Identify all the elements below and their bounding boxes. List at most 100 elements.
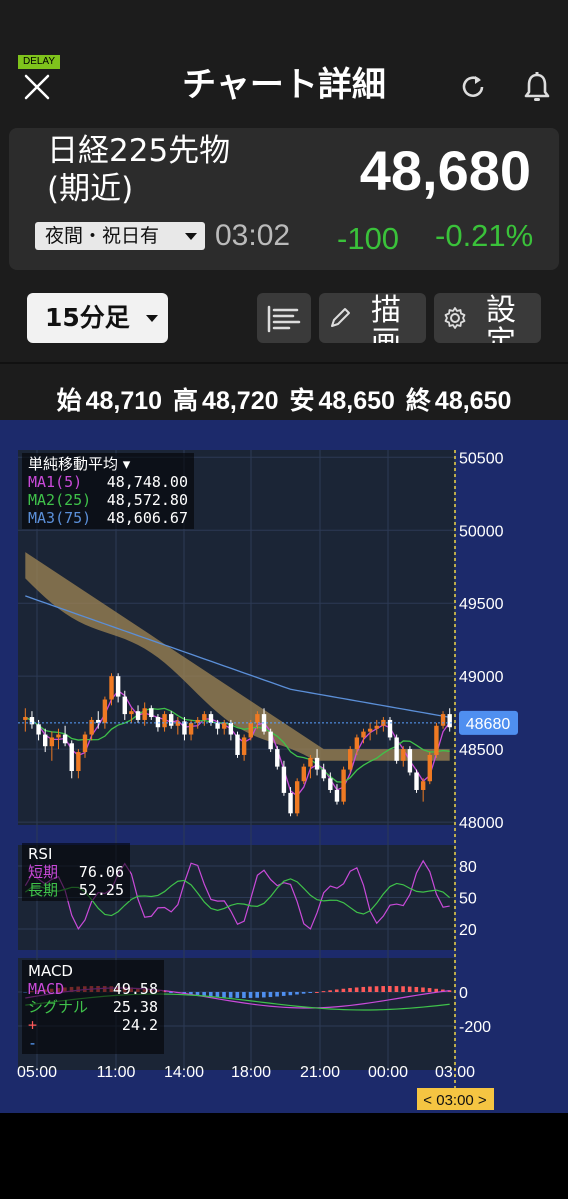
macd-label: MACD <box>28 980 65 998</box>
candle-body <box>109 676 114 700</box>
candle-body <box>361 731 366 738</box>
candle-body <box>102 699 108 723</box>
candle-body <box>49 737 55 747</box>
time-cursor-label: < 03:00 > <box>423 1092 487 1109</box>
high-value: 48,720 <box>202 387 279 415</box>
macd-value: 49.58 <box>112 980 158 998</box>
macd-histogram-bar <box>308 992 313 993</box>
candle-body <box>228 722 234 735</box>
macd-histogram-bar <box>315 991 319 993</box>
gear-icon <box>444 307 466 329</box>
candle-body <box>23 717 28 720</box>
ohlc-summary: 始 48,710 高 48,720 安 48,650 終 48,650 <box>0 383 568 419</box>
macd-histogram-bar <box>235 992 240 998</box>
candle-body <box>56 734 61 738</box>
macd-histogram-bar <box>222 992 226 998</box>
candle-body <box>202 714 207 720</box>
price-axis-label: 48000 <box>459 815 504 832</box>
macd-histogram-bar <box>341 988 346 992</box>
macd-histogram-bar <box>295 992 299 995</box>
signal-label: シグナル <box>28 998 89 1016</box>
quote-time: 03:02 <box>215 219 291 252</box>
ma-legend[interactable]: 単純移動平均 ▾ MA1(5) 48,748.00 MA2(25) 48,572.8… <box>22 453 194 529</box>
macd-histogram-bar <box>414 986 419 992</box>
instrument-name-line1: 日経225先物 <box>47 133 231 169</box>
candle-body <box>294 781 300 814</box>
rsi-short-label: 短期 <box>28 863 59 881</box>
time-axis-label: 14:00 <box>164 1064 204 1081</box>
candle-body <box>142 708 147 720</box>
candle-body <box>328 778 333 790</box>
open-value: 48,710 <box>85 387 163 415</box>
draw-button[interactable]: 描画 <box>319 293 426 343</box>
candle-body <box>440 714 446 726</box>
refresh-icon[interactable] <box>458 72 488 102</box>
candle-body <box>268 731 273 750</box>
ma1-label: MA1(5) <box>28 473 83 491</box>
macd-histogram-bar <box>215 992 220 998</box>
macd-histogram-bar <box>407 986 412 992</box>
macd-histogram-bar <box>281 992 286 996</box>
price-change-percent: -0.21% <box>435 218 534 253</box>
candle-body <box>447 714 452 728</box>
macd-histogram-bar <box>208 992 213 997</box>
rsi-short-value: 76.06 <box>78 863 124 881</box>
candle-body <box>348 749 353 770</box>
candle-body <box>301 766 307 782</box>
indicator-list-button[interactable] <box>257 293 311 343</box>
ma-legend-title[interactable]: 単純移動平均 ▾ <box>28 455 188 473</box>
price-change: -100 <box>337 222 400 250</box>
candle-body <box>334 789 340 802</box>
timeframe-select[interactable]: 15分足 <box>27 293 168 343</box>
candle-body <box>135 711 141 720</box>
candle-body <box>255 714 260 723</box>
ma2-label: MA2(25) <box>28 491 92 509</box>
low-value: 48,650 <box>318 387 395 415</box>
price-axis-label: 50000 <box>459 523 504 540</box>
candle-body <box>275 749 280 767</box>
candle-body <box>414 772 419 790</box>
quote-card: 日経225先物 (期近) 48,680 夜間・祝日有 03:02 -100 -0… <box>9 128 559 270</box>
macd-histogram-bar <box>301 992 306 994</box>
candle-body <box>208 714 214 723</box>
close-label: 終 <box>405 387 431 415</box>
rsi-legend-title: RSI <box>28 845 53 863</box>
rsi-long-label: 長期 <box>28 881 59 899</box>
macd-histogram-bar <box>268 992 273 998</box>
macd-histogram-bar <box>255 992 259 998</box>
chevron-down-icon <box>146 315 158 322</box>
candle-body <box>401 749 406 761</box>
candle-body <box>314 757 320 770</box>
high-label: 高 <box>173 387 199 415</box>
time-axis-label: 05:00 <box>17 1064 57 1081</box>
hist-plus-label: + <box>28 1016 38 1034</box>
session-select-label: 夜間・祝日有 <box>45 225 160 247</box>
session-select[interactable]: 夜間・祝日有 <box>35 222 205 250</box>
candle-body <box>129 711 134 715</box>
ma3-label: MA3(75) <box>28 509 92 527</box>
candle-body <box>288 792 293 814</box>
macd-histogram-bar <box>348 988 352 992</box>
ma3-value: 48,606.67 <box>106 509 188 527</box>
candle-body <box>235 734 240 755</box>
ma2-value: 48,572.80 <box>106 491 188 509</box>
macd-legend: MACD MACD 49.58 シグナル 25.38 +24.2 - <box>22 960 164 1054</box>
settings-button[interactable]: 設定 <box>434 293 541 343</box>
macd-histogram-bar <box>368 986 372 992</box>
candle-body <box>434 725 439 755</box>
time-axis-label: 03:00 <box>435 1064 475 1081</box>
candle-body <box>122 696 127 715</box>
macd-axis-label: -200 <box>459 1019 491 1036</box>
time-axis-label: 00:00 <box>368 1064 408 1081</box>
macd-histogram-bar <box>275 992 279 997</box>
macd-histogram-bar <box>262 992 266 998</box>
chart-area[interactable]: 05:00 11:00 14:00 18:00 21:00 00:00 03:00 50500… <box>0 420 568 1113</box>
macd-histogram-bar <box>321 991 326 993</box>
macd-histogram-bar <box>434 988 439 992</box>
macd-histogram-bar <box>427 988 432 992</box>
hist-minus-label: - <box>28 1034 38 1052</box>
bell-icon[interactable] <box>520 70 554 104</box>
macd-axis-label: 0 <box>459 985 468 1002</box>
macd-histogram-bar <box>374 986 379 992</box>
macd-histogram-bar <box>421 987 425 992</box>
